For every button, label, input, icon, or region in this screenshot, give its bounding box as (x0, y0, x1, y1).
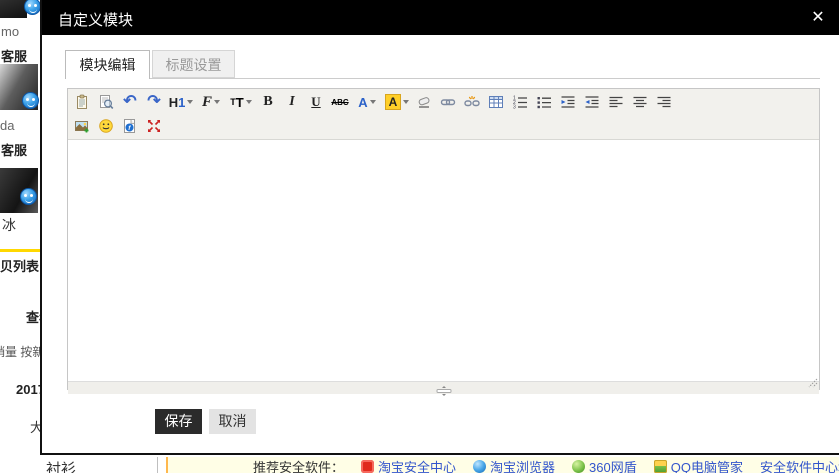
align-center-icon[interactable] (628, 92, 652, 113)
page-bottom-strip: 衬衫 推荐安全软件： 淘宝安全中心 淘宝浏览器 360网盾 QQ电脑管家 安全软… (0, 457, 839, 473)
outdent-icon[interactable] (580, 92, 604, 113)
resize-handle-icon[interactable] (435, 383, 453, 401)
toolbar-row-2: f (70, 114, 817, 138)
save-button[interactable]: 保存 (155, 409, 202, 434)
dialog-titlebar: 自定义模块 ✕ (42, 0, 839, 35)
link-label[interactable]: 淘宝浏览器 (490, 457, 555, 473)
category-label[interactable]: 衬衫 (46, 457, 76, 473)
italic-icon[interactable]: I (280, 92, 304, 113)
product-list-label[interactable]: 贝列表 (0, 256, 39, 275)
indent-icon[interactable] (556, 92, 580, 113)
font-name-icon: F (202, 94, 212, 111)
contact-name: 冰 (2, 215, 16, 235)
divider (157, 457, 158, 473)
link-qq-pc-manager[interactable]: QQ电脑管家 (654, 457, 743, 473)
360-shield-icon (572, 460, 585, 473)
link-taobao-browser[interactable]: 淘宝浏览器 (473, 457, 555, 473)
sidebar-divider (0, 249, 40, 252)
link-security-center[interactable]: 安全软件中心>> (760, 457, 839, 473)
chevron-down-icon (214, 100, 220, 104)
unlink-icon[interactable] (460, 92, 484, 113)
tab-title-settings[interactable]: 标题设置 (152, 50, 235, 78)
contact-avatar (0, 0, 27, 18)
link-label[interactable]: 淘宝安全中心 (378, 457, 456, 473)
rich-text-editor: ↶ ↷ H1 F TT B I U ABC A (67, 88, 820, 390)
chevron-down-icon (403, 100, 409, 104)
dialog-tabs: 模块编辑 标题设置 (65, 50, 820, 79)
remove-format-icon[interactable] (412, 92, 436, 113)
view-label[interactable]: 查看 (26, 307, 40, 326)
align-left-icon[interactable] (604, 92, 628, 113)
tab-module-edit[interactable]: 模块编辑 (65, 50, 150, 79)
emoticon-icon[interactable] (94, 116, 118, 137)
background-sidebar: mo 客服 da 客服 冰 贝列表 查看 销量 按新 2017 大 (0, 0, 40, 455)
taobao-browser-icon (473, 460, 486, 473)
editor-content-area[interactable] (68, 140, 819, 381)
redo-glyph: ↷ (147, 94, 160, 110)
wangwang-icon[interactable] (24, 0, 40, 15)
table-icon[interactable] (484, 92, 508, 113)
contact-role: 客服 (1, 46, 27, 65)
insert-image-icon[interactable] (70, 116, 94, 137)
unordered-list-icon[interactable] (532, 92, 556, 113)
redo-icon[interactable]: ↷ (142, 92, 166, 113)
wangwang-smile (29, 8, 37, 13)
fore-color-dropdown[interactable]: A (352, 92, 382, 113)
fore-color-icon: A (358, 95, 367, 110)
screen: mo 客服 da 客服 冰 贝列表 查看 销量 按新 2017 大 衬衫 推荐安… (0, 0, 839, 473)
undo-icon[interactable]: ↶ (118, 92, 142, 113)
editor-toolbar: ↶ ↷ H1 F TT B I U ABC A (68, 89, 819, 140)
preview-icon[interactable] (94, 92, 118, 113)
wangwang-icon[interactable] (22, 92, 39, 109)
year-label: 2017 (16, 382, 40, 397)
svg-text:3: 3 (513, 105, 516, 111)
toolbar-row-1: ↶ ↷ H1 F TT B I U ABC A (70, 90, 817, 114)
qq-pc-manager-icon (654, 460, 667, 473)
bold-icon[interactable]: B (256, 92, 280, 113)
fullscreen-icon[interactable] (142, 116, 166, 137)
font-name-dropdown[interactable]: F (196, 92, 226, 113)
underline-icon[interactable]: U (304, 92, 328, 113)
hilite-color-icon: A (385, 94, 402, 110)
heading-icon: H1 (169, 95, 186, 110)
editor-statusbar (68, 381, 819, 394)
link-taobao-security[interactable]: 淘宝安全中心 (361, 457, 456, 473)
corner-resize-icon[interactable] (808, 375, 818, 393)
contact-name: mo (1, 24, 19, 39)
strikethrough-icon[interactable]: ABC (328, 92, 352, 113)
align-right-icon[interactable] (652, 92, 676, 113)
wangwang-icon[interactable] (20, 188, 37, 205)
custom-module-dialog: 自定义模块 ✕ 模块编辑 标题设置 ↶ ↷ (40, 0, 839, 455)
hilite-color-dropdown[interactable]: A (382, 92, 412, 113)
wangwang-smile (27, 102, 35, 107)
promo-prefix: 推荐安全软件： (253, 457, 344, 473)
link-label[interactable]: 安全软件中心>> (760, 457, 839, 473)
font-size-dropdown[interactable]: TT (226, 92, 256, 113)
sort-label[interactable]: 销量 按新 (0, 343, 40, 360)
cancel-button[interactable]: 取消 (209, 409, 256, 434)
link-label[interactable]: 360网盾 (589, 457, 637, 473)
flash-icon[interactable]: f (118, 116, 142, 137)
security-promo-bar: 推荐安全软件： 淘宝安全中心 淘宝浏览器 360网盾 QQ电脑管家 安全软件中心… (166, 457, 839, 473)
link-360-shield[interactable]: 360网盾 (572, 457, 637, 473)
ordered-list-icon[interactable]: 123 (508, 92, 532, 113)
chevron-down-icon (370, 100, 376, 104)
wangwang-smile (25, 198, 33, 203)
dialog-title: 自定义模块 (58, 9, 133, 30)
chevron-down-icon (187, 100, 193, 104)
close-icon[interactable]: ✕ (807, 7, 829, 29)
undo-glyph: ↶ (123, 94, 136, 110)
taobao-security-icon (361, 460, 374, 473)
chevron-down-icon (246, 100, 252, 104)
extra-label: 大 (30, 417, 40, 436)
heading-dropdown[interactable]: H1 (166, 92, 196, 113)
contact-role: 客服 (1, 140, 27, 159)
link-label[interactable]: QQ电脑管家 (671, 457, 743, 473)
contact-name: da (0, 118, 14, 133)
source-icon[interactable] (70, 92, 94, 113)
link-icon[interactable] (436, 92, 460, 113)
font-size-icon-large: T (236, 95, 244, 110)
